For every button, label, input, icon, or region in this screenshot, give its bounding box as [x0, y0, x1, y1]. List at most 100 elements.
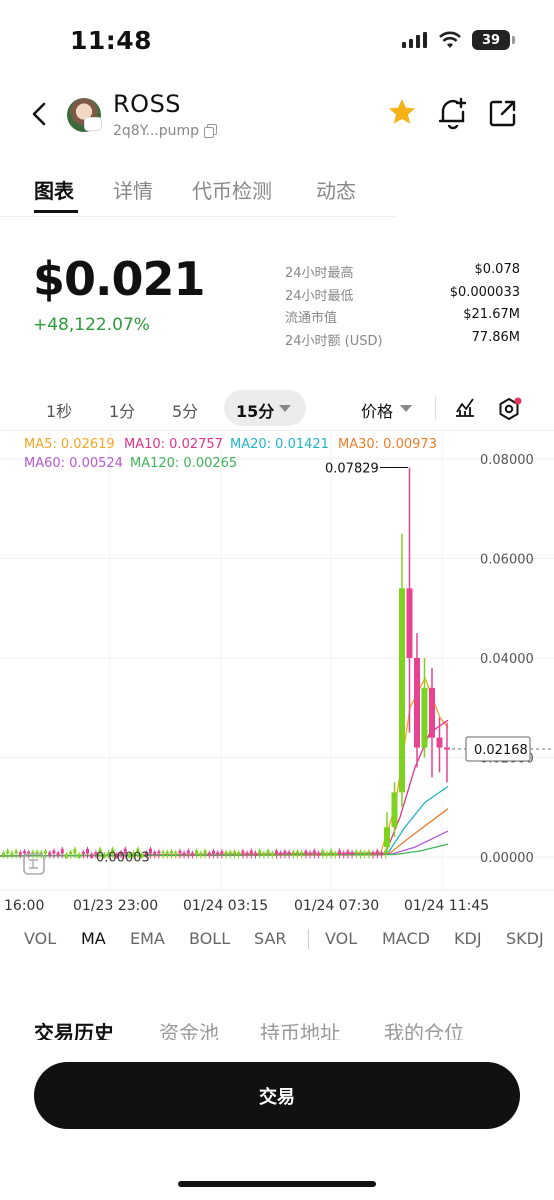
high-price-label: 0.07829	[325, 462, 379, 477]
candle	[77, 853, 81, 859]
price-type-selector[interactable]: 价格	[361, 398, 393, 422]
x-tick-2: 01/24 03:15	[183, 898, 269, 914]
ma-line	[0, 808, 449, 857]
ma-legend-item: MA60: 0.00524	[24, 456, 123, 471]
battery-icon: 39	[472, 30, 515, 50]
candle	[329, 850, 333, 854]
home-indicator	[178, 1181, 376, 1187]
candle	[317, 852, 320, 856]
candle	[170, 851, 173, 854]
candle	[371, 852, 375, 855]
candle	[52, 850, 56, 854]
candle	[18, 852, 22, 855]
candle	[399, 588, 405, 793]
candle	[153, 852, 157, 855]
tabs-divider	[0, 216, 395, 217]
back-arrow-icon[interactable]	[28, 100, 52, 128]
candle	[275, 850, 278, 854]
x-tick-3: 01/24 07:30	[294, 898, 380, 914]
candle	[444, 747, 450, 750]
indicator-boll[interactable]: BOLL	[189, 929, 230, 948]
timeframe-15m[interactable]: 15分	[236, 398, 274, 422]
ma-legend-item: MA20: 0.01421	[230, 437, 329, 452]
candle	[300, 851, 304, 855]
bottom-fade	[0, 1040, 554, 1060]
y-tick-label: 0.04000	[480, 652, 534, 667]
candle	[220, 851, 224, 854]
candle	[346, 850, 350, 854]
toolbar-divider	[435, 396, 436, 420]
y-axis-labels: 0.080000.060000.040000.020000.00000	[480, 453, 534, 866]
ma-legend-item: MA10: 0.02757	[124, 437, 223, 452]
stat-label-24h-volume: 24小时额 (USD)	[285, 334, 383, 349]
candle	[375, 850, 379, 854]
stat-value-24h-high: $0.078	[474, 262, 521, 277]
candle	[338, 850, 341, 854]
candle	[296, 851, 299, 854]
candle	[258, 850, 262, 854]
ma-legend-item: MA5: 0.02619	[24, 437, 115, 452]
candle	[60, 848, 64, 854]
candle	[69, 851, 73, 855]
low-price-label: 0.00003	[96, 851, 150, 866]
copy-icon[interactable]	[204, 124, 217, 138]
candle	[86, 848, 89, 854]
chart-grid	[0, 430, 554, 891]
add-alert-bell-icon[interactable]	[437, 96, 469, 130]
current-price: $0.021	[33, 252, 206, 306]
indicator-vol[interactable]: VOL	[24, 929, 56, 948]
timeframe-5m[interactable]: 5分	[172, 398, 198, 422]
stat-value-market-cap: $21.67M	[463, 307, 520, 322]
chevron-down-icon	[400, 405, 412, 412]
ma-legend-item: MA120: 0.00265	[130, 456, 237, 471]
indicator-sub-vol[interactable]: VOL	[325, 929, 357, 948]
indicator-chart-icon[interactable]	[454, 396, 476, 418]
indicator-ma[interactable]: MA	[81, 929, 106, 948]
active-tab-underline	[34, 210, 78, 213]
x-tick-1: 01/23 23:00	[73, 898, 159, 914]
tab-token-check[interactable]: 代币检测	[192, 175, 272, 204]
candle	[73, 848, 77, 854]
candle	[266, 850, 270, 854]
candle	[391, 792, 398, 828]
stat-value-24h-low: $0.000033	[449, 285, 520, 300]
indicator-macd[interactable]: MACD	[382, 929, 430, 948]
stat-label-24h-low: 24小时最低	[285, 289, 354, 304]
candle	[178, 850, 182, 854]
candle	[224, 851, 228, 854]
candle	[199, 852, 203, 856]
indicator-ema[interactable]: EMA	[130, 929, 165, 948]
trade-button[interactable]: 交易	[34, 1062, 520, 1129]
indicator-skdj[interactable]: SKDJ	[506, 929, 544, 948]
candle	[287, 851, 291, 855]
indicator-sar[interactable]: SAR	[254, 929, 287, 948]
candle	[380, 852, 383, 856]
chart-settings-icon[interactable]	[496, 396, 522, 422]
candles	[2, 467, 450, 859]
candle	[90, 853, 94, 859]
tab-chart[interactable]: 图表	[34, 175, 74, 204]
candle	[56, 852, 60, 856]
indicator-kdj[interactable]: KDJ	[454, 929, 482, 948]
candle	[48, 852, 52, 856]
candle	[429, 687, 435, 738]
tab-activity[interactable]: 动态	[316, 175, 356, 204]
ma-lines	[0, 676, 449, 857]
candle	[325, 852, 329, 856]
share-icon[interactable]	[489, 99, 517, 127]
tab-details[interactable]: 详情	[113, 175, 153, 204]
candle	[406, 588, 413, 658]
candle	[321, 850, 325, 854]
candle	[228, 851, 232, 854]
token-name: ROSS	[113, 90, 182, 118]
y-tick-label: 0.08000	[480, 453, 534, 468]
price-chart[interactable]: 0.080000.060000.040000.020000.00000 0.07…	[0, 430, 554, 915]
favorite-star-icon[interactable]	[387, 97, 417, 127]
candle	[191, 852, 194, 856]
candle	[262, 852, 266, 856]
timeframe-1m[interactable]: 1分	[109, 398, 135, 422]
stat-label-market-cap: 流通市值	[285, 311, 338, 326]
candle	[245, 852, 249, 856]
ma-line	[0, 719, 449, 857]
timeframe-1s[interactable]: 1秒	[46, 398, 72, 422]
